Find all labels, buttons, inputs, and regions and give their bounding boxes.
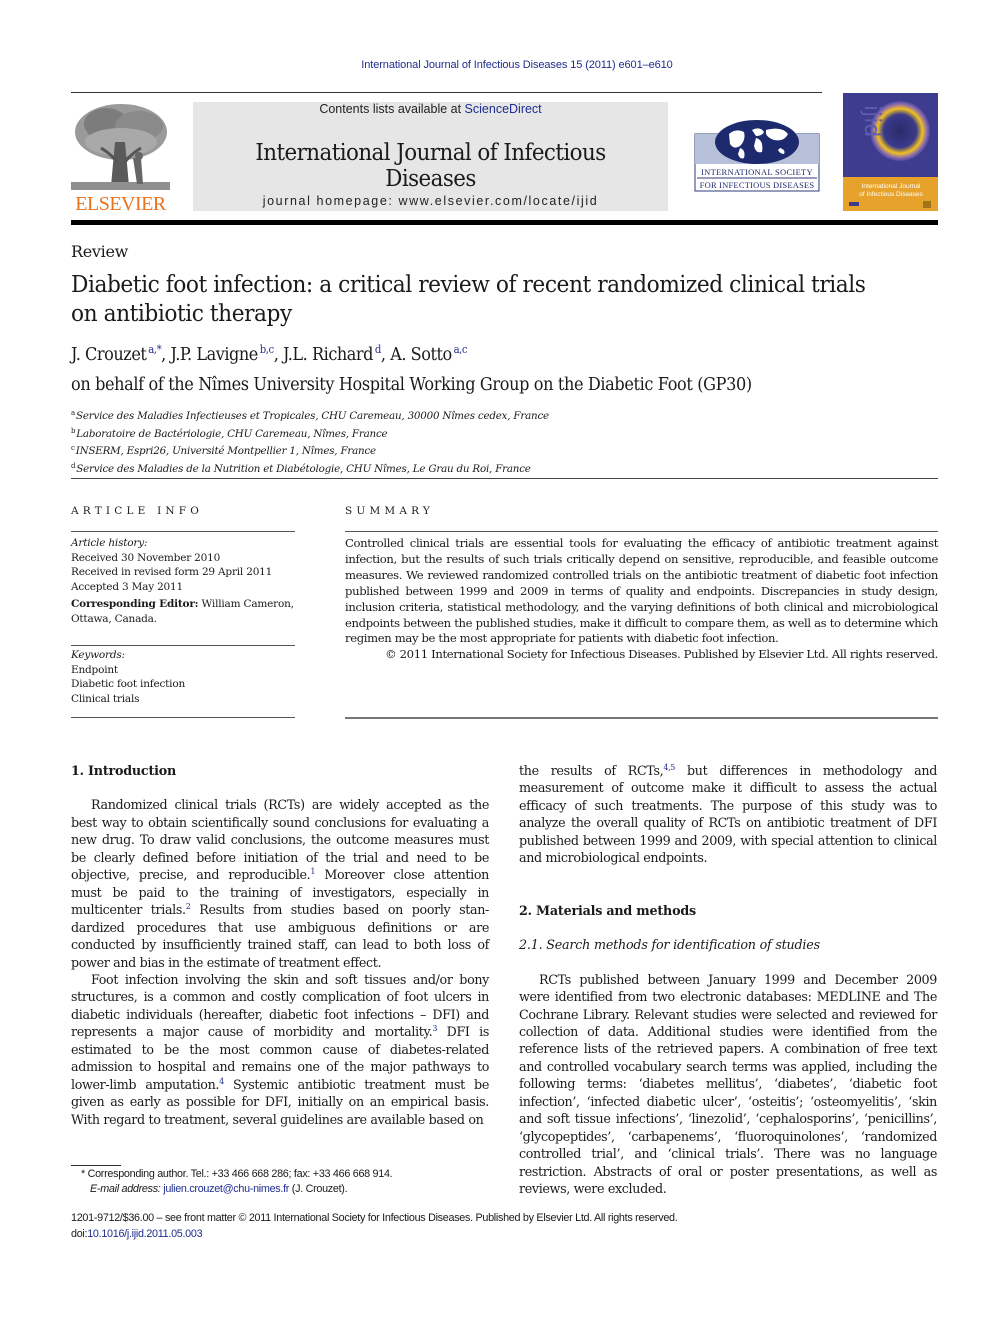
globe-icon: INTERNATIONAL SOCIETY FOR INFECTIOUS DIS…: [694, 120, 820, 192]
abstract-copyright: © 2011 International Society for Infecti…: [385, 647, 938, 662]
paragraph: the results of RCTs,4,5 but differences …: [519, 763, 937, 866]
affiliations: aService des Maladies Infectieuses et Tr…: [71, 406, 549, 476]
article-type: Review: [71, 242, 129, 261]
isid-line-1: INTERNATIONAL SOCIETY: [701, 167, 813, 177]
keywords: Keywords: Endpoint Diabetic foot infecti…: [71, 648, 295, 706]
affiliation: cINSERM, Espri26, Université Montpellier…: [71, 444, 376, 457]
masthead-bottom-rule: [71, 220, 938, 225]
journal-cover[interactable]: ijid International Journal of Infectious…: [843, 93, 938, 211]
author-affiliation-ref[interactable]: a,c: [454, 343, 468, 356]
keyword[interactable]: Diabetic foot infection: [71, 677, 295, 692]
received-date: Received 30 November 2010: [71, 551, 221, 564]
author-affiliation-ref[interactable]: a,*: [148, 343, 161, 356]
issn-line: 1201-9712/$36.00 – see front matter © 20…: [71, 1212, 678, 1224]
elsevier-wordmark: ELSEVIER: [75, 193, 166, 215]
email-link[interactable]: julien.crouzet@chu-nimes.fr: [163, 1183, 289, 1195]
citation-link[interactable]: 4,5: [663, 763, 675, 772]
author[interactable]: J.P. Lavigne b,c,: [171, 343, 284, 365]
summary-bottom-rule: [345, 717, 938, 719]
body-column-right: the results of RCTs,4,5 but differences …: [519, 762, 937, 1198]
author[interactable]: A. Sotto a,c: [390, 343, 468, 365]
isid-line-2: FOR INFECTIOUS DISEASES: [700, 180, 815, 190]
header-rule: [71, 92, 822, 93]
elsevier-logo[interactable]: ELSEVIER: [71, 102, 170, 214]
corresponding-editor: Corresponding Editor: William Cameron, O…: [71, 598, 294, 625]
article-history: Article history: Received 30 November 20…: [71, 536, 295, 627]
paragraph: Foot infection involving the skin and so…: [71, 971, 489, 1127]
revised-date: Received in revised form 29 April 2011: [71, 566, 273, 579]
article-info-bottom-rule: [71, 717, 295, 718]
author-affiliation-ref[interactable]: b,c: [260, 343, 274, 356]
running-head[interactable]: International Journal of Infectious Dise…: [0, 59, 992, 71]
body-column-left: 1. Introduction Randomized clinical tria…: [71, 762, 489, 1128]
article-info-heading: ARTICLE INFO: [71, 505, 204, 517]
abstract-text: Controlled clinical trials are essential…: [345, 536, 938, 646]
author[interactable]: J. Crouzet a,*,: [71, 343, 171, 365]
abstract: Controlled clinical trials are essential…: [345, 536, 938, 663]
paragraph: Randomized clinical trials (RCTs) are wi…: [71, 797, 489, 970]
keywords-label: Keywords:: [71, 649, 125, 661]
paragraph: RCTs published between January 1999 and …: [519, 971, 937, 1197]
affiliation: bLaboratoire de Bactériologie, CHU Carem…: [71, 426, 388, 440]
sciencedirect-link[interactable]: ScienceDirect: [465, 102, 542, 116]
doi-link[interactable]: 10.1016/j.ijid.2011.05.003: [87, 1228, 202, 1240]
subsection-heading-search: 2.1. Search methods for identification o…: [519, 937, 820, 953]
keyword[interactable]: Endpoint: [71, 663, 295, 678]
elsevier-tree-icon: [71, 102, 170, 190]
contents-line: Contents lists available at ScienceDirec…: [193, 102, 668, 116]
accepted-date: Accepted 3 May 2011: [71, 580, 183, 593]
summary-heading: SUMMARY: [345, 505, 435, 517]
keywords-rule: [71, 645, 295, 646]
contents-prefix: Contents lists available at: [319, 102, 465, 116]
summary-rule: [345, 531, 938, 532]
journal-homepage-link[interactable]: journal homepage: www.elsevier.com/locat…: [193, 194, 668, 208]
corresponding-author-footnote: * Corresponding author. Tel.: +33 466 66…: [81, 1168, 393, 1195]
author[interactable]: J.L. Richard d,: [283, 343, 390, 365]
affiliation: aService des Maladies Infectieuses et Tr…: [71, 409, 549, 422]
history-label: Article history:: [71, 537, 148, 549]
publication-meta: 1201-9712/$36.00 – see front matter © 20…: [71, 1212, 678, 1240]
cover-image-icon: ijid International Journal of Infectious…: [843, 93, 938, 211]
header-divider: [71, 478, 938, 479]
masthead: Contents lists available at ScienceDirec…: [193, 102, 668, 211]
isid-logo[interactable]: INTERNATIONAL SOCIETY FOR INFECTIOUS DIS…: [694, 120, 820, 192]
working-group: on behalf of the Nîmes University Hospit…: [71, 375, 752, 395]
keyword[interactable]: Clinical trials: [71, 692, 295, 707]
author-list: J. Crouzet a,*, J.P. Lavigne b,c, J.L. Ric…: [71, 343, 468, 365]
svg-text:International Journal: International Journal: [862, 183, 921, 190]
svg-text:ijid: ijid: [859, 105, 884, 137]
article-title: Diabetic foot infection: a critical revi…: [71, 270, 866, 327]
affiliation: dService des Maladies de la Nutrition et…: [71, 461, 531, 475]
svg-text:of Infectious Diseases: of Infectious Diseases: [859, 191, 923, 198]
section-heading-methods: 2. Materials and methods: [519, 902, 696, 918]
section-heading-introduction: 1. Introduction: [71, 763, 177, 778]
footnote-rule: [71, 1165, 121, 1166]
journal-title: International Journal of Infectious Dise…: [255, 140, 606, 192]
article-info-rule: [71, 531, 295, 532]
